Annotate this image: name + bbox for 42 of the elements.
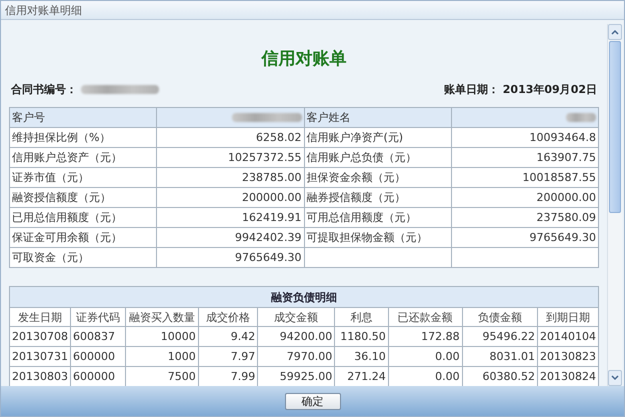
table-cell: 95496.22 [462,326,538,346]
scrollbar[interactable] [607,24,622,386]
field-label: 可取资金（元） [10,248,157,268]
blurred-value [232,113,302,122]
table-caption: 融资负债明细 [10,287,598,308]
field-label: 客户姓名 [304,108,452,128]
table-cell: 20130731 [10,346,70,366]
date-label: 账单日期： [444,82,499,96]
column-header: 已还款金额 [388,308,462,326]
column-header: 融资买入数量 [126,308,198,326]
field-label: 客户号 [10,108,157,128]
column-header: 证券代码 [70,308,126,326]
table-cell: 172.88 [388,326,462,346]
column-header: 负债金额 [462,308,538,326]
table-cell: 9.42 [198,326,258,346]
column-header: 到期日期 [537,308,598,326]
statement-title: 信用对账单 [260,48,348,70]
table-cell: 600000 [70,346,126,366]
table-cell: 10000 [126,326,198,346]
table-cell: 1000 [126,346,198,366]
contract-label: 合同书编号： [11,82,77,96]
field-value: 9765649.30 [156,248,304,268]
table-cell: 20130708 [10,326,70,346]
table-cell: 1180.50 [334,326,388,346]
window-title: 信用对账单明细 [5,2,82,18]
table-cell: 7970.00 [258,346,335,366]
scroll-up-icon[interactable] [608,24,622,40]
blurred-value [566,113,596,122]
ok-button[interactable]: 确定 [284,392,340,410]
table-cell: 600837 [70,326,126,346]
scroll-down-icon[interactable] [608,370,622,386]
scroll-thumb[interactable] [609,41,621,213]
column-header: 成交价格 [198,308,258,326]
column-header: 成交金额 [258,308,335,326]
table-cell: 8031.01 [462,346,538,366]
table-cell: 0.00 [388,346,462,366]
table-cell: 36.10 [334,346,388,366]
table-cell: 94200.00 [258,326,335,346]
column-header: 发生日期 [10,308,70,326]
column-header: 利息 [334,308,388,326]
statement-date: 2013年09月02日 [502,82,597,96]
table-cell: 7.97 [198,346,258,366]
